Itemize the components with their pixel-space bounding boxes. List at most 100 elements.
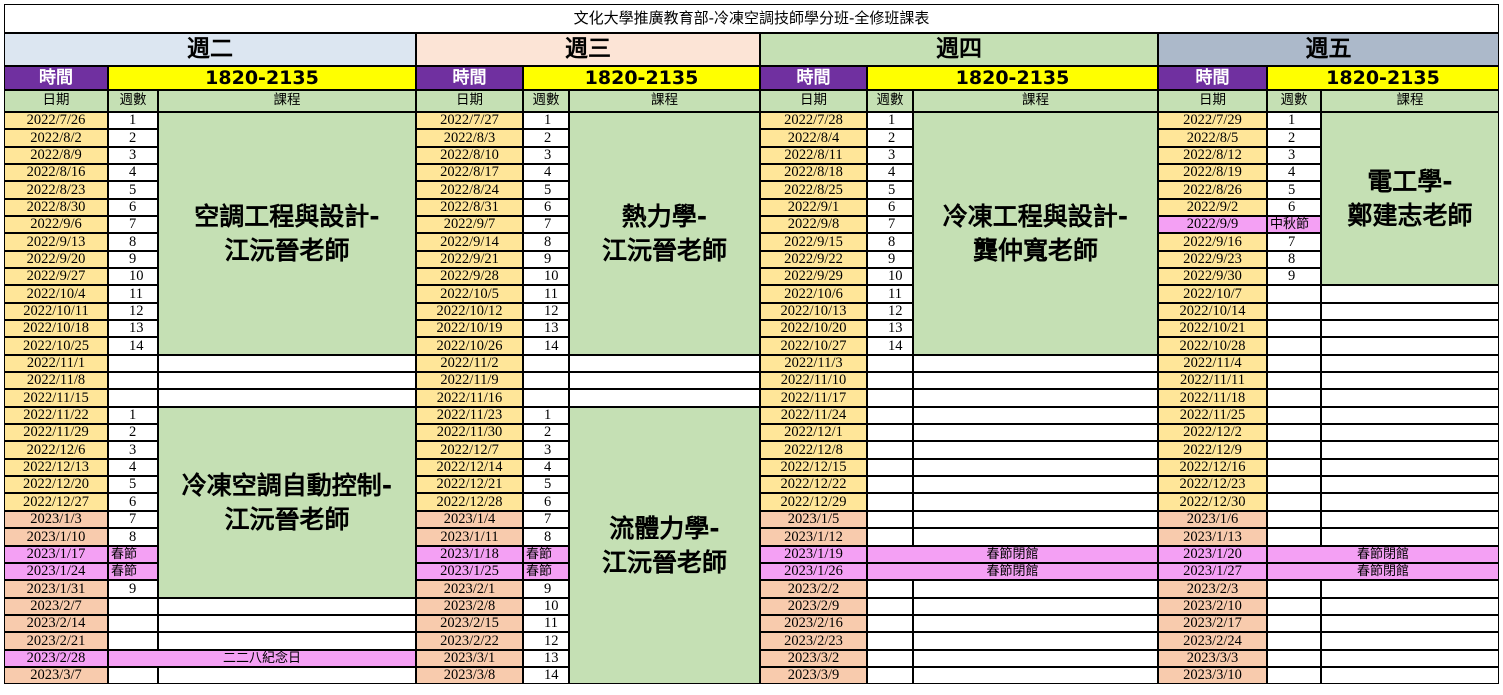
date-cell[interactable]: 2023/2/3 xyxy=(1158,580,1267,598)
week-cell[interactable] xyxy=(108,667,158,684)
course-cell-empty[interactable] xyxy=(1321,528,1499,546)
week-cell[interactable]: 8 xyxy=(108,233,158,251)
date-cell[interactable]: 2022/12/6 xyxy=(4,441,108,459)
week-cell[interactable]: 3 xyxy=(867,147,913,164)
week-cell[interactable]: 11 xyxy=(523,285,569,303)
week-cell[interactable]: 11 xyxy=(108,285,158,303)
date-cell[interactable]: 2023/1/27 xyxy=(1158,563,1267,580)
week-cell[interactable]: 6 xyxy=(108,493,158,511)
week-cell[interactable] xyxy=(867,615,913,632)
week-cell[interactable] xyxy=(1267,303,1321,320)
course-block[interactable]: 冷凍空調自動控制- 江沅晉老師 xyxy=(158,407,416,598)
date-cell[interactable]: 2022/8/24 xyxy=(416,181,523,199)
week-cell[interactable] xyxy=(1267,337,1321,355)
week-cell[interactable]: 5 xyxy=(108,476,158,493)
course-cell-empty[interactable] xyxy=(913,528,1158,546)
course-cell-empty[interactable] xyxy=(1321,389,1499,407)
week-cell[interactable]: 3 xyxy=(523,147,569,164)
week-cell[interactable] xyxy=(1267,355,1321,372)
date-cell[interactable]: 2023/3/10 xyxy=(1158,667,1267,684)
date-cell[interactable]: 2022/8/10 xyxy=(416,147,523,164)
date-cell[interactable]: 2022/11/1 xyxy=(4,355,108,372)
week-cell[interactable]: 4 xyxy=(1267,164,1321,181)
date-cell[interactable]: 2022/7/29 xyxy=(1158,112,1267,129)
date-cell[interactable]: 2023/2/15 xyxy=(416,615,523,632)
course-cell-empty[interactable] xyxy=(913,476,1158,493)
course-block[interactable]: 熱力學- 江沅晉老師 xyxy=(569,112,760,355)
date-cell[interactable]: 2023/1/31 xyxy=(4,580,108,598)
week-cell[interactable] xyxy=(1267,389,1321,407)
date-cell[interactable]: 2022/8/26 xyxy=(1158,181,1267,199)
week-cell[interactable]: 9 xyxy=(867,251,913,268)
week-cell[interactable]: 14 xyxy=(108,337,158,355)
date-cell[interactable]: 2022/9/9 xyxy=(1158,216,1267,233)
date-cell[interactable]: 2022/9/30 xyxy=(1158,268,1267,285)
date-cell[interactable]: 2022/10/20 xyxy=(760,320,867,337)
date-cell[interactable]: 2022/11/2 xyxy=(416,355,523,372)
date-cell[interactable]: 2023/1/5 xyxy=(760,511,867,528)
week-cell[interactable]: 2 xyxy=(523,424,569,441)
date-cell[interactable]: 2022/8/23 xyxy=(4,181,108,199)
date-cell[interactable]: 2022/8/25 xyxy=(760,181,867,199)
date-cell[interactable]: 2023/1/6 xyxy=(1158,511,1267,528)
holiday-cell[interactable]: 二二八紀念日 xyxy=(108,650,416,667)
week-cell[interactable]: 春節 xyxy=(523,546,569,563)
day-header[interactable]: 週二 xyxy=(4,33,416,66)
week-cell[interactable] xyxy=(1267,476,1321,493)
course-cell-empty[interactable] xyxy=(1321,598,1499,615)
week-cell[interactable] xyxy=(867,389,913,407)
course-cell-empty[interactable] xyxy=(158,598,416,615)
week-cell[interactable] xyxy=(523,389,569,407)
week-cell[interactable]: 6 xyxy=(1267,199,1321,216)
date-cell[interactable]: 2022/11/8 xyxy=(4,372,108,389)
date-cell[interactable]: 2022/12/21 xyxy=(416,476,523,493)
holiday-cell[interactable]: 春節閉館 xyxy=(867,546,1158,563)
week-cell[interactable] xyxy=(1267,441,1321,459)
date-cell[interactable]: 2022/8/3 xyxy=(416,129,523,147)
date-cell[interactable]: 2022/9/16 xyxy=(1158,233,1267,251)
course-cell-empty[interactable] xyxy=(913,372,1158,389)
week-cell[interactable]: 11 xyxy=(523,615,569,632)
week-cell[interactable] xyxy=(1267,511,1321,528)
week-cell[interactable] xyxy=(1267,615,1321,632)
week-cell[interactable] xyxy=(867,667,913,684)
week-cell[interactable]: 8 xyxy=(108,528,158,546)
week-cell[interactable] xyxy=(1267,459,1321,476)
date-cell[interactable]: 2022/11/3 xyxy=(760,355,867,372)
date-cell[interactable]: 2022/10/12 xyxy=(416,303,523,320)
week-cell[interactable]: 9 xyxy=(1267,268,1321,285)
date-cell[interactable]: 2022/9/21 xyxy=(416,251,523,268)
date-cell[interactable]: 2022/11/25 xyxy=(1158,407,1267,424)
week-cell[interactable] xyxy=(867,650,913,667)
week-cell[interactable]: 10 xyxy=(867,268,913,285)
week-cell[interactable]: 1 xyxy=(1267,112,1321,129)
date-cell[interactable]: 2023/3/7 xyxy=(4,667,108,684)
date-cell[interactable]: 2022/9/2 xyxy=(1158,199,1267,216)
week-cell[interactable]: 13 xyxy=(867,320,913,337)
week-cell[interactable]: 4 xyxy=(108,459,158,476)
week-cell[interactable]: 4 xyxy=(523,164,569,181)
date-cell[interactable]: 2023/3/3 xyxy=(1158,650,1267,667)
col-header-course[interactable]: 課程 xyxy=(569,90,760,112)
col-header-date[interactable]: 日期 xyxy=(4,90,108,112)
week-cell[interactable]: 3 xyxy=(1267,147,1321,164)
week-cell[interactable] xyxy=(867,476,913,493)
week-cell[interactable] xyxy=(108,372,158,389)
week-cell[interactable] xyxy=(1267,493,1321,511)
week-cell[interactable]: 5 xyxy=(523,476,569,493)
week-cell[interactable]: 8 xyxy=(1267,251,1321,268)
course-block[interactable]: 空調工程與設計- 江沅晉老師 xyxy=(158,112,416,355)
course-cell-empty[interactable] xyxy=(913,667,1158,684)
week-cell[interactable]: 7 xyxy=(1267,233,1321,251)
week-cell[interactable]: 9 xyxy=(523,580,569,598)
course-cell-empty[interactable] xyxy=(1321,424,1499,441)
week-cell[interactable] xyxy=(1267,598,1321,615)
date-cell[interactable]: 2022/9/29 xyxy=(760,268,867,285)
date-cell[interactable]: 2023/3/9 xyxy=(760,667,867,684)
week-cell[interactable]: 1 xyxy=(108,407,158,424)
course-cell-empty[interactable] xyxy=(1321,667,1499,684)
week-cell[interactable]: 6 xyxy=(523,199,569,216)
date-cell[interactable]: 2022/11/9 xyxy=(416,372,523,389)
date-cell[interactable]: 2023/2/14 xyxy=(4,615,108,632)
date-cell[interactable]: 2022/10/27 xyxy=(760,337,867,355)
